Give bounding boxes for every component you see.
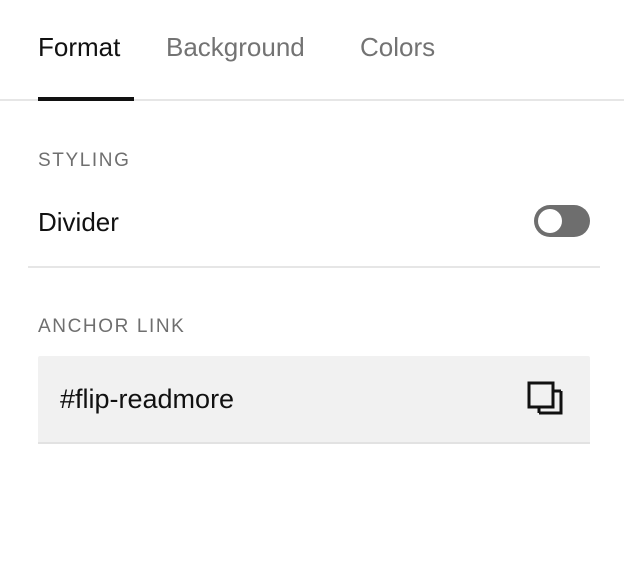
styling-section-label: STYLING bbox=[38, 150, 131, 171]
section-divider bbox=[28, 266, 600, 268]
tab-format[interactable]: Format bbox=[38, 30, 120, 64]
divider-toggle[interactable] bbox=[534, 205, 590, 237]
tab-bar: Format Background Colors bbox=[0, 0, 624, 101]
anchor-link-section-label: ANCHOR LINK bbox=[38, 316, 186, 337]
anchor-link-value: #flip-readmore bbox=[60, 384, 235, 414]
toggle-knob bbox=[538, 209, 562, 233]
copy-button[interactable] bbox=[526, 380, 566, 420]
tab-colors[interactable]: Colors bbox=[360, 30, 435, 64]
anchor-link-field[interactable]: #flip-readmore bbox=[38, 356, 590, 444]
tab-background[interactable]: Background bbox=[166, 30, 305, 64]
active-tab-indicator bbox=[38, 97, 134, 101]
divider-label: Divider bbox=[38, 207, 119, 237]
copy-icon bbox=[527, 381, 563, 415]
